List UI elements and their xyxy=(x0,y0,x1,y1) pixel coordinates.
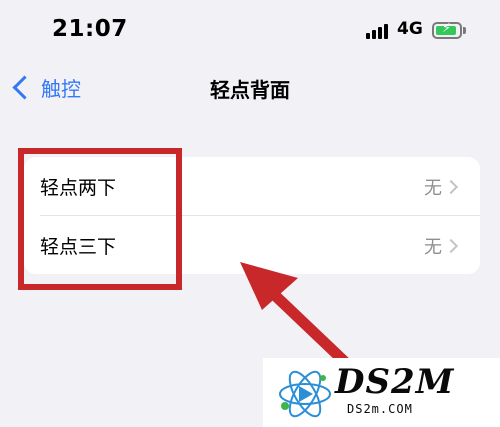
atom-logo-icon xyxy=(279,370,331,418)
watermark-brand: DS2M xyxy=(335,362,455,402)
watermark: DS2M DS2m.COM xyxy=(263,358,500,427)
watermark-site: DS2m.COM xyxy=(347,402,413,416)
